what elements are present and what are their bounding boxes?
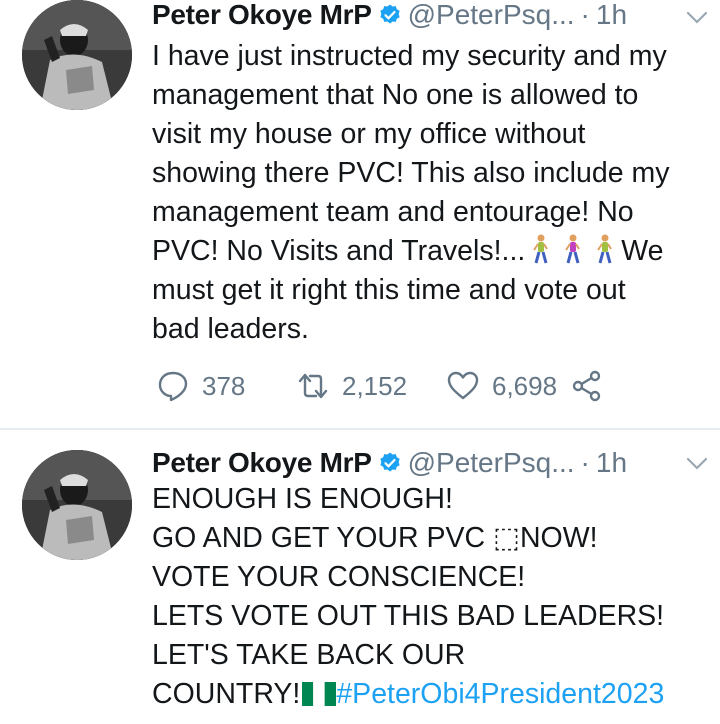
person-walking-emoji: [597, 234, 613, 264]
separator-dot: ·: [580, 447, 590, 478]
hashtag-link[interactable]: #PeterObi4President2023: [336, 678, 664, 710]
tweet-text-line: VOTE YOUR CONSCIENCE!: [152, 561, 526, 593]
share-icon: [572, 370, 601, 402]
avatar[interactable]: [22, 450, 132, 560]
reply-button[interactable]: 378: [156, 369, 296, 403]
tweet-text-segment: PVC! No Visits and Travels!...: [152, 235, 526, 267]
tweet-actions: 378 2,152 6,698: [156, 366, 604, 406]
verified-badge-icon: [380, 452, 400, 472]
author-name[interactable]: Peter Okoye MrP: [152, 0, 372, 31]
avatar-photo: [22, 0, 132, 110]
retweet-icon: [298, 373, 328, 399]
tweet-text-line: COUNTRY! #PeterObi4President2023: [152, 675, 712, 714]
separator-dot: ·: [580, 0, 590, 30]
retweet-count: 2,152: [342, 370, 408, 401]
tweet-text: I have just instructed my security and m…: [152, 37, 712, 349]
tweet-text-line: management that No one is allowed to: [152, 79, 639, 111]
timestamp[interactable]: 1h: [596, 0, 627, 31]
tweet-text-line: visit my house or my office without: [152, 118, 586, 150]
tweet-header: Peter Okoye MrP @PeterPsq... · 1h: [152, 0, 698, 32]
author-name[interactable]: Peter Okoye MrP: [152, 447, 372, 479]
like-count: 6,698: [492, 370, 558, 401]
chevron-down-icon[interactable]: [684, 450, 710, 476]
avatar-photo: [22, 450, 132, 560]
tweet-text: ENOUGH IS ENOUGH! GO AND GET YOUR PVC ⬚N…: [152, 480, 712, 714]
tweet-text-line: PVC! No Visits and Travels!... We: [152, 232, 712, 271]
tweet-text-line: must get it right this time and vote out: [152, 274, 626, 306]
tweet-text-line: management team and entourage! No: [152, 196, 634, 228]
tweet-header: Peter Okoye MrP @PeterPsq... · 1h: [152, 446, 698, 480]
person-walking-emoji: [565, 234, 581, 264]
tweet-text-line: I have just instructed my security and m…: [152, 40, 667, 72]
verified-badge-icon: [380, 4, 400, 24]
tweet-text-line: LETS VOTE OUT THIS BAD LEADERS!: [152, 600, 665, 632]
person-walking-emoji: [533, 234, 549, 264]
tweet-text-segment: COUNTRY!: [152, 678, 301, 710]
avatar[interactable]: [22, 0, 132, 110]
tweet-text-line: LET'S TAKE BACK OUR: [152, 639, 466, 671]
tweet-text-line: GO AND GET YOUR PVC ⬚NOW!: [152, 522, 598, 554]
retweet-button[interactable]: 2,152: [296, 369, 446, 403]
reply-icon: [158, 371, 188, 402]
tweet-text-line: bad leaders.: [152, 313, 309, 345]
timestamp[interactable]: 1h: [596, 447, 627, 479]
tweet-text-line: ENOUGH IS ENOUGH!: [152, 483, 453, 515]
author-handle[interactable]: @PeterPsq...: [408, 447, 575, 479]
like-button[interactable]: 6,698: [446, 369, 570, 403]
tweet-text-segment: We: [621, 235, 664, 267]
heart-icon: [447, 371, 479, 400]
reply-count: 378: [202, 370, 246, 401]
chevron-down-icon[interactable]: [684, 4, 710, 30]
tweet[interactable]: Peter Okoye MrP @PeterPsq... · 1h I have…: [0, 0, 720, 428]
tweet-text-line: showing there PVC! This also include my: [152, 157, 670, 189]
share-button[interactable]: [570, 369, 604, 403]
author-handle[interactable]: @PeterPsq...: [408, 0, 575, 31]
tweet[interactable]: Peter Okoye MrP @PeterPsq... · 1h ENOUGH…: [0, 430, 720, 724]
nigeria-flag-emoji: [302, 682, 337, 706]
